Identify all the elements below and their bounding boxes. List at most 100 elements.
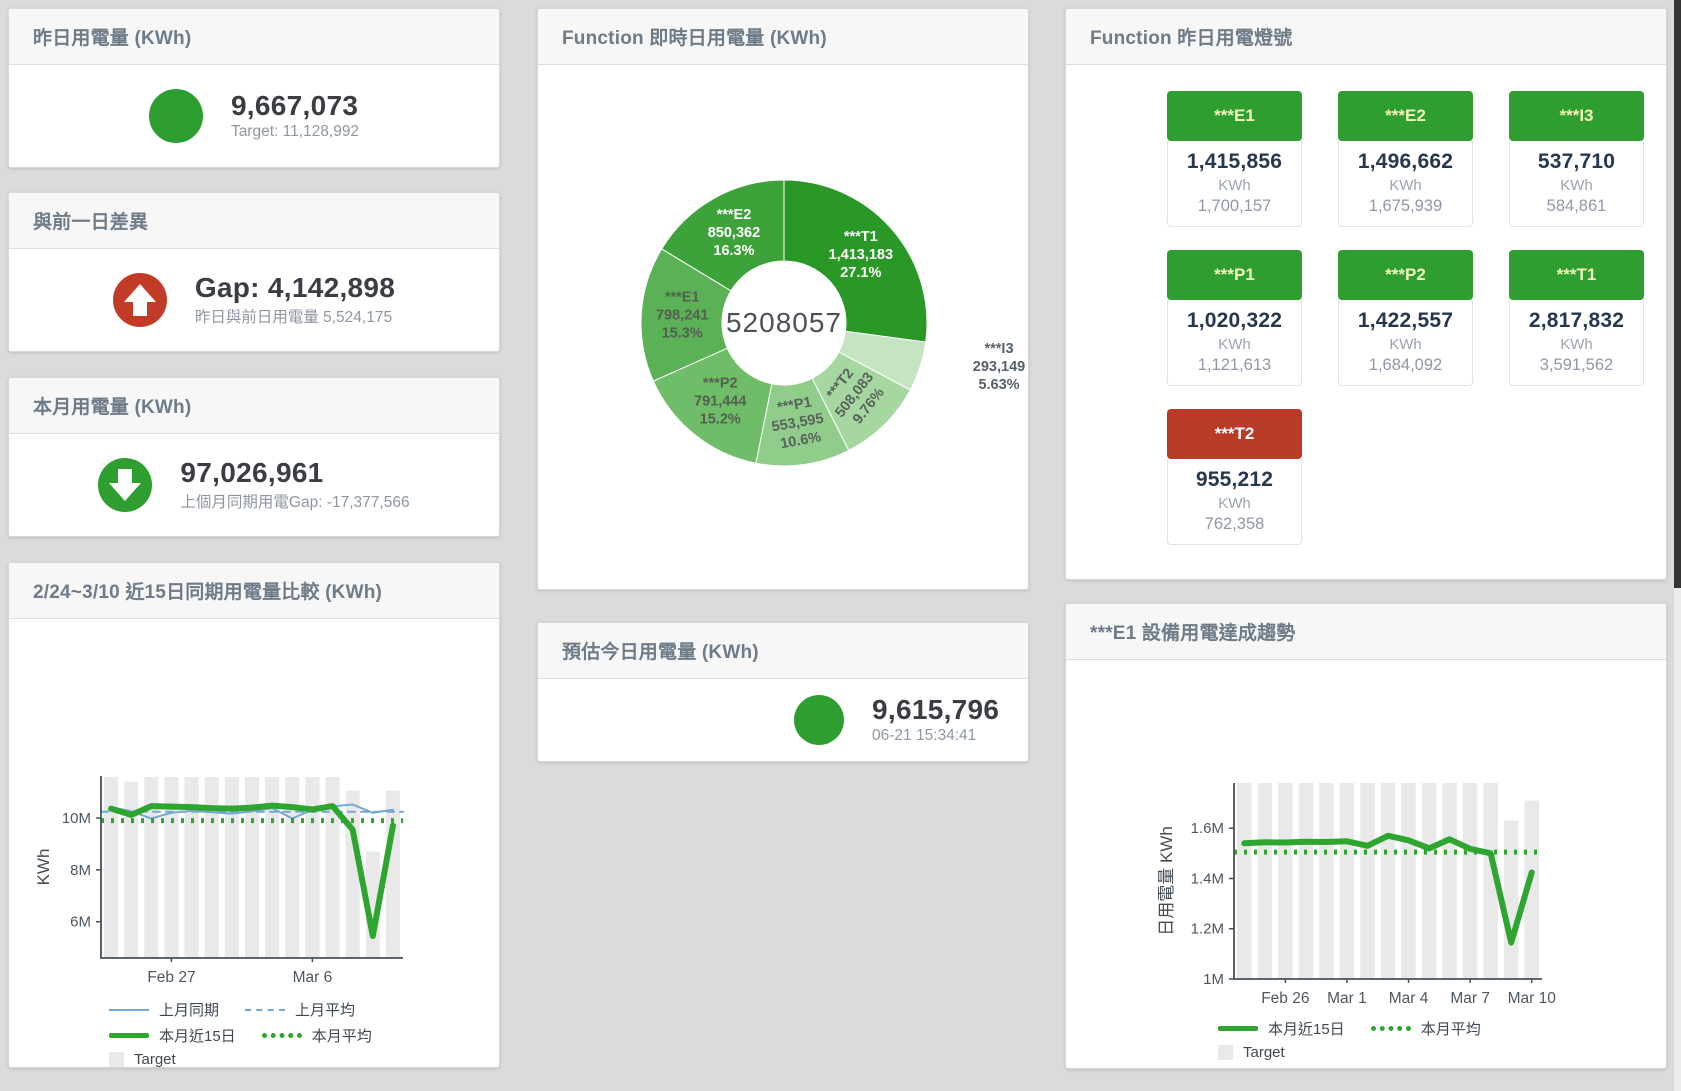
target-bar <box>1422 783 1437 979</box>
legend-row: 上月同期 上月平均 <box>109 999 499 1020</box>
y-axis-label: KWh <box>34 849 53 886</box>
legend-swatch <box>1218 1026 1258 1032</box>
y-tick-label: 1.6M <box>1191 820 1224 837</box>
panel-function-lamps: Function 昨日用電燈號 ***E11,415,856KWh1,700,1… <box>1065 8 1667 580</box>
panel-title: ***E1 設備用電達成趨勢 <box>1090 618 1296 645</box>
x-tick-label: Feb 27 <box>147 969 195 986</box>
y-tick-label: 8M <box>70 862 91 879</box>
lamp-tile: ***E2 1,496,662 KWh 1,675,939 <box>1338 91 1473 227</box>
panel-header[interactable]: 昨日用電量 (KWh) <box>9 9 499 65</box>
lamp-tile-value: 1,496,662 <box>1341 150 1470 174</box>
legend-item[interactable]: Target <box>1218 1044 1285 1061</box>
legend-label: Target <box>134 1051 176 1068</box>
x-tick-label: Mar 1 <box>1327 990 1367 1007</box>
legend-label: Target <box>1243 1044 1285 1061</box>
lamp-tile-unit: KWh <box>1170 177 1299 194</box>
lamp-tile: ***E11,415,856KWh1,700,157 <box>1167 91 1302 227</box>
x-tick-label: Feb 26 <box>1261 990 1309 1007</box>
panel-gap-prev-day: 與前一日差異 Gap: 4,142,898 昨日與前日用電量 5,524,175 <box>8 192 500 352</box>
dashboard: 昨日用電量 (KWh) 9,667,073 Target: 11,128,992… <box>0 0 1681 1091</box>
lamp-tile-unit: KWh <box>1170 495 1299 512</box>
page-scrollbar[interactable] <box>1674 0 1681 1091</box>
lamp-tile-target: 584,861 <box>1512 197 1641 216</box>
legend-item[interactable]: 上月平均 <box>245 999 355 1020</box>
status-circle-icon <box>149 89 203 143</box>
stat-sub: 昨日與前日用電量 5,524,175 <box>195 305 395 327</box>
legend-item[interactable]: 本月平均 <box>1371 1018 1481 1039</box>
legend-row: Target <box>1218 1044 1666 1061</box>
lamp-tile-label: ***T2 <box>1167 409 1302 459</box>
legend-swatch <box>1371 1026 1411 1031</box>
legend-item[interactable]: 上月同期 <box>109 999 219 1020</box>
legend-label: 本月平均 <box>1421 1018 1481 1039</box>
lamp-tile-target: 1,675,939 <box>1341 197 1470 216</box>
panel-today-estimate: 預估今日用電量 (KWh) 9,615,796 06-21 15:34:41 <box>537 622 1029 762</box>
panel-title: 預估今日用電量 (KWh) <box>562 637 759 664</box>
lamp-tile-body: 1,422,557KWh1,684,092 <box>1338 300 1473 386</box>
panel-title: 本月用電量 (KWh) <box>33 392 191 419</box>
panel-header[interactable]: 預估今日用電量 (KWh) <box>538 623 1028 679</box>
arrow-up-circle-icon <box>113 273 167 327</box>
lamp-tile-label: ***I3 <box>1509 91 1644 141</box>
donut-slice-label: ***I3293,1495.63% <box>973 341 1025 393</box>
target-bar <box>1504 821 1519 979</box>
legend-item[interactable]: 本月平均 <box>262 1025 372 1046</box>
y-tick-label: 1M <box>1203 971 1224 988</box>
lamp-tile-body: 1,415,856KWh1,700,157 <box>1167 141 1302 227</box>
donut-center-total: 5208057 <box>726 307 842 338</box>
panel-header[interactable]: 2/24~3/10 近15日同期用電量比較 (KWh) <box>9 563 499 619</box>
target-bar <box>1381 783 1396 979</box>
lamp-tile-unit: KWh <box>1512 336 1641 353</box>
lamp-tile-grid: ***E11,415,856KWh1,700,157***E21,496,662… <box>1066 65 1666 579</box>
legend-item[interactable]: 本月近15日 <box>109 1025 236 1046</box>
legend-swatch <box>109 1033 149 1039</box>
lamp-tile-target: 762,358 <box>1170 515 1299 534</box>
lamp-tile-value: 1,415,856 <box>1170 150 1299 174</box>
arrow-down-icon <box>98 458 152 512</box>
panel-header[interactable]: Function 即時日用電量 (KWh) <box>538 9 1028 65</box>
lamp-tile-label: ***E2 <box>1338 91 1473 141</box>
y-tick-label: 1.2M <box>1191 921 1224 938</box>
lamp-tile: ***T2955,212KWh762,358 <box>1167 409 1302 545</box>
legend-row: Target <box>109 1051 499 1068</box>
lamp-tile-label: ***P1 <box>1167 250 1302 300</box>
legend-item[interactable]: Target <box>109 1051 176 1068</box>
status-circle-icon <box>794 695 844 745</box>
target-bar <box>1319 783 1334 979</box>
panel-title: Function 即時日用電量 (KWh) <box>562 23 827 50</box>
panel-15day-compare: 2/24~3/10 近15日同期用電量比較 (KWh) 6M8M10MFeb 2… <box>8 562 500 1068</box>
lamp-tile-body: 2,817,832KWh3,591,562 <box>1509 300 1644 386</box>
e1-trend-line-chart: 1M1.2M1.4M1.6MFeb 26Mar 1Mar 4Mar 7Mar 1… <box>1066 660 1668 1016</box>
legend-label: 本月平均 <box>312 1025 372 1046</box>
target-bar <box>1340 783 1355 979</box>
lamp-tile-body: 955,212KWh762,358 <box>1167 459 1302 545</box>
legend-item[interactable]: 本月近15日 <box>1218 1018 1345 1039</box>
target-bar <box>205 777 219 958</box>
panel-header[interactable]: 與前一日差異 <box>9 193 499 249</box>
y-tick-label: 10M <box>62 810 91 827</box>
legend-swatch <box>262 1033 302 1038</box>
scrollbar-thumb[interactable] <box>1674 0 1681 588</box>
legend-swatch <box>245 1009 285 1011</box>
panel-header[interactable]: Function 昨日用電燈號 <box>1066 9 1666 65</box>
target-bar <box>1258 783 1273 979</box>
target-bar <box>1360 783 1375 979</box>
legend-label: 本月近15日 <box>1268 1018 1345 1039</box>
lamp-tile-value: 1,422,557 <box>1341 309 1470 333</box>
x-tick-label: Mar 4 <box>1389 990 1429 1007</box>
legend-row: 本月近15日 本月平均 <box>1218 1018 1666 1039</box>
lamp-tile-target: 3,591,562 <box>1512 356 1641 375</box>
panel-header[interactable]: ***E1 設備用電達成趨勢 <box>1066 604 1666 660</box>
arrow-up-icon <box>113 273 167 327</box>
lamp-tile-body: 537,710KWh584,861 <box>1509 141 1644 227</box>
lamp-tile-unit: KWh <box>1341 336 1470 353</box>
panel-month-usage: 本月用電量 (KWh) 97,026,961 上個月同期用電Gap: -17,3… <box>8 377 500 537</box>
lamp-tile-label: ***T1 <box>1509 250 1644 300</box>
panel-title: 2/24~3/10 近15日同期用電量比較 (KWh) <box>33 577 382 604</box>
lamp-tile: ***I3537,710KWh584,861 <box>1509 91 1644 227</box>
target-bar <box>1442 783 1457 979</box>
target-bar <box>124 782 138 958</box>
lamp-tile-unit: KWh <box>1341 177 1470 194</box>
legend-swatch-target <box>109 1052 124 1067</box>
panel-header[interactable]: 本月用電量 (KWh) <box>9 378 499 434</box>
